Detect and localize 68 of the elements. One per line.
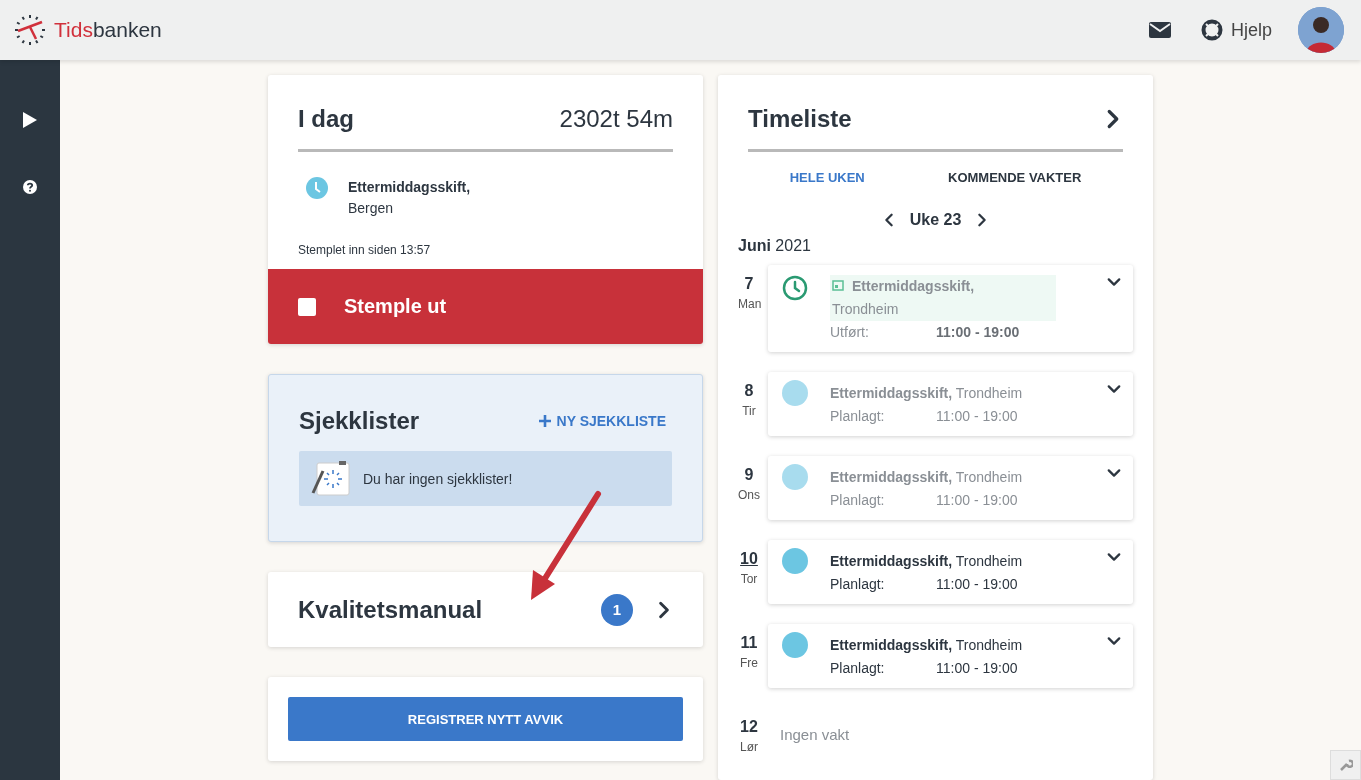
- time-label: Planlagt:: [830, 659, 886, 678]
- shift-card[interactable]: Ettermiddagsskift, Trondheim Planlagt: 11:00 - 19:00: [768, 372, 1133, 436]
- card-title: I dag: [298, 105, 354, 133]
- count-badge: 1: [601, 593, 633, 626]
- weekday-label: Tir: [741, 404, 757, 418]
- time-label: Planlagt:: [830, 407, 886, 426]
- register-deviation-button[interactable]: REGISTRER NYTT AVVIK: [288, 697, 683, 741]
- clipboard-pencil-icon: [311, 460, 351, 497]
- shift-card[interactable]: Ettermiddagsskift, Trondheim Planlagt: 11:00 - 19:00: [768, 624, 1133, 688]
- wrench-icon: [1338, 758, 1353, 772]
- plus-icon: [538, 415, 551, 427]
- logo-text: Tidsbanken: [54, 18, 162, 42]
- day-number: 8: [743, 382, 755, 400]
- shift-time: 11:00 - 19:00: [936, 323, 1020, 342]
- mail-icon[interactable]: [1148, 22, 1171, 38]
- time-label: Planlagt:: [830, 575, 886, 594]
- month-label: Juni 2021: [738, 237, 812, 255]
- week-label: Uke 23: [909, 211, 962, 229]
- tab[interactable]: HELE UKEN: [789, 170, 865, 185]
- shift-title: Ettermiddagsskift, Trondheim: [830, 552, 1024, 571]
- weekday-label: Ons: [738, 488, 760, 502]
- expand-chevron-icon[interactable]: [1107, 382, 1121, 396]
- calendar-icon: [832, 279, 844, 291]
- shift-title: Ettermiddagsskift, Bergen: [348, 178, 471, 218]
- expand-chevron-icon[interactable]: [1107, 275, 1121, 289]
- help-link[interactable]: Hjelp: [1230, 19, 1272, 41]
- card-title: Sjekklister: [299, 407, 420, 435]
- empty-text: Du har ingen sjekklister!: [363, 470, 513, 487]
- shift-title: Ettermiddagsskift, Trondheim: [830, 468, 1024, 487]
- stamped-in-text: Stemplet inn siden 13:57: [298, 243, 432, 257]
- shift-time: 11:00 - 19:00: [936, 575, 1018, 594]
- shift-time: 11:00 - 19:00: [936, 659, 1018, 678]
- clock-icon: [306, 177, 328, 199]
- day-number: 10: [739, 550, 759, 568]
- quality-manual-card[interactable]: Kvalitetsmanual 1: [268, 572, 703, 647]
- clock-logo-icon: [14, 14, 46, 46]
- weekday-label: Tor: [739, 572, 759, 586]
- day-number: 12: [739, 718, 759, 736]
- shift-title: Ettermiddagsskift, Trondheim: [830, 384, 1024, 403]
- shift-time: 11:00 - 19:00: [936, 491, 1018, 510]
- card-title: Kvalitetsmanual: [298, 595, 484, 624]
- shift-card[interactable]: Ettermiddagsskift, Trondheim Planlagt: 11:00 - 19:00: [768, 540, 1133, 604]
- day-number: 11: [739, 634, 759, 652]
- weekday-label: Man: [738, 297, 760, 311]
- lifebuoy-icon[interactable]: [1200, 19, 1223, 41]
- expand-chevron-icon[interactable]: [1107, 634, 1121, 648]
- expand-chevron-icon[interactable]: [1107, 466, 1121, 480]
- play-icon[interactable]: [23, 112, 37, 128]
- day-number: 9: [743, 466, 755, 484]
- expand-chevron-icon[interactable]: [1107, 550, 1121, 564]
- weekday-label: Lør: [739, 740, 759, 754]
- shift-time: 11:00 - 19:00: [936, 407, 1018, 426]
- weekday-label: Fre: [739, 656, 759, 670]
- new-checklist-button[interactable]: NY SJEKKLISTE: [532, 412, 672, 430]
- shift-title: Ettermiddagsskift, Trondheim: [830, 275, 1056, 321]
- help-icon[interactable]: [23, 180, 37, 194]
- shift-card[interactable]: Ettermiddagsskift, Trondheim Utført: 11:00 - 19:00: [768, 265, 1133, 352]
- total-hours: 2302t 54m: [559, 105, 673, 133]
- no-shift-text: Ingen vakt: [780, 725, 850, 745]
- time-label: Utført:: [830, 323, 870, 342]
- day-number: 7: [743, 275, 755, 293]
- stamp-out-button[interactable]: Stemple ut: [268, 269, 703, 344]
- tab[interactable]: KOMMENDE VAKTER: [948, 170, 1082, 185]
- shift-card[interactable]: Ettermiddagsskift, Trondheim Planlagt: 11:00 - 19:00: [768, 456, 1133, 520]
- shift-title: Ettermiddagsskift, Trondheim: [830, 636, 1024, 655]
- time-label: Planlagt:: [830, 491, 886, 510]
- avatar[interactable]: [1298, 7, 1344, 53]
- card-title: Timeliste: [748, 105, 852, 133]
